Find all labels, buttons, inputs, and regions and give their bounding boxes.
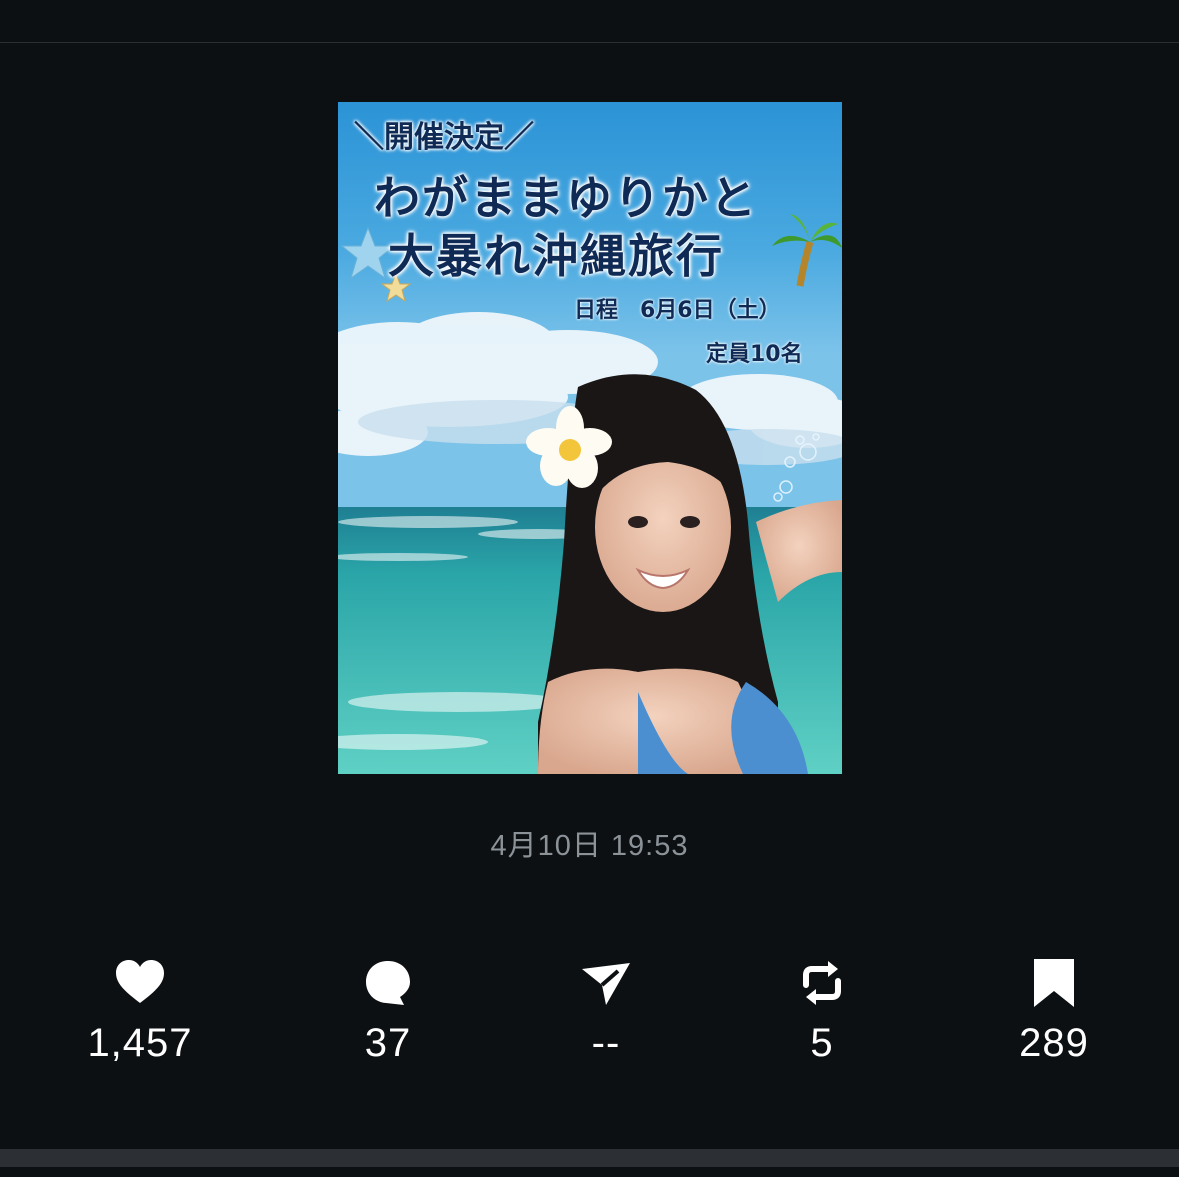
poster-tag: ＼開催決定／ (354, 120, 534, 155)
bookmark-icon (1034, 959, 1074, 1007)
bottom-divider (0, 1149, 1179, 1167)
heart-icon (116, 960, 164, 1003)
share-count: -- (591, 1021, 621, 1065)
post-timestamp: 4月10日 19:53 (490, 830, 689, 862)
post-image[interactable]: ＼開催決定／ わがままゆりかと 大暴れ沖縄旅行 日程 6月6日（土） 定員10名 (338, 102, 842, 774)
repost-button[interactable]: 5 (722, 955, 922, 1075)
poster-title-line2: 大暴れ沖縄旅行 (388, 229, 724, 283)
poster-schedule: 日程 6月6日（土） (574, 298, 781, 323)
back-arrow-icon[interactable] (36, 0, 56, 4)
like-count: 1,457 (87, 1021, 193, 1065)
bookmark-count: 289 (1019, 1021, 1089, 1065)
repost-arrows-icon (803, 961, 841, 1005)
paper-plane-icon (582, 963, 630, 1005)
poster-title-line1: わがままゆりかと (374, 171, 758, 225)
like-button[interactable]: 1,457 (40, 955, 240, 1075)
share-button[interactable]: -- (506, 955, 706, 1075)
reply-count: 37 (364, 1021, 412, 1065)
poster-capacity: 定員10名 (706, 342, 803, 367)
bookmark-button[interactable]: 289 (954, 955, 1154, 1075)
post-detail-page: ＼開催決定／ わがままゆりかと 大暴れ沖縄旅行 日程 6月6日（土） 定員10名… (0, 0, 1179, 1177)
reply-button[interactable]: 37 (288, 955, 488, 1075)
repost-count: 5 (810, 1021, 834, 1065)
speech-bubble-icon (366, 961, 410, 1005)
top-bar (0, 0, 1179, 43)
